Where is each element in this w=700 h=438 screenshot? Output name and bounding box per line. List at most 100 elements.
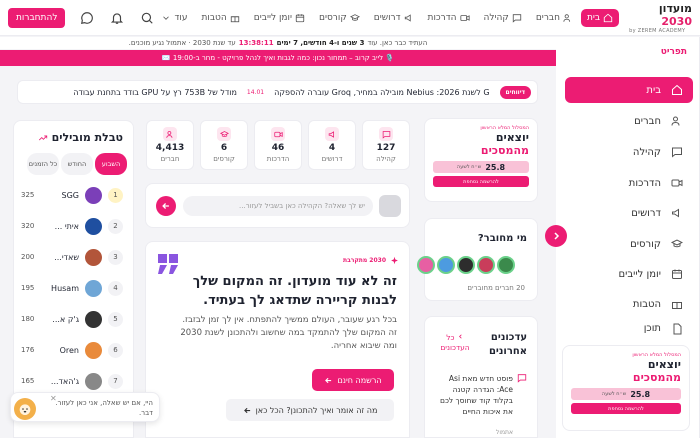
rank-badge: 5: [108, 311, 123, 327]
leaderboard-tabs: השבוע החודש כל הזמנים: [27, 153, 127, 175]
leaderboard-row[interactable]: 1 SGG 325: [12, 183, 133, 207]
leaderboard-row[interactable]: 7 ג'האד... 165: [12, 369, 133, 393]
sidebar-item-home[interactable]: בית: [565, 77, 693, 103]
nav-item-benefits[interactable]: הטבות: [195, 9, 245, 27]
news-strip: דיווחים G לשנת 2026: Nebius מובילה במחיר…: [17, 80, 538, 104]
news-item[interactable]: מודל של 753B רץ על GPU בודד בתחנת עבודה: [73, 88, 237, 97]
member-name: SGG: [61, 190, 79, 200]
countdown-suffix: עד שנת 2030 · אתמול נגיע מוכנים.: [128, 39, 236, 47]
sidebar-item-community[interactable]: קהילה: [565, 139, 693, 165]
avatar[interactable]: [437, 256, 455, 274]
avatar[interactable]: [417, 256, 435, 274]
leaderboard-row[interactable]: 5 ג'ק א... 180: [12, 307, 133, 331]
sidebar-item-content[interactable]: תוכן: [565, 323, 693, 337]
news-item[interactable]: G לשנת 2026: Nebius מובילה במחיר, Groq ע…: [274, 88, 489, 97]
avatar[interactable]: [497, 256, 515, 274]
leaderboard-title-text: טבלת מובילים: [51, 131, 123, 144]
leaderboard-row[interactable]: 6 Oren 176: [12, 338, 133, 362]
tab-all-time[interactable]: כל הזמנים: [27, 153, 59, 175]
chevron-left-icon: [458, 334, 462, 339]
nav-item-live-calendar[interactable]: יומן לייבים: [248, 9, 311, 27]
sidebar-toggle-button[interactable]: [545, 225, 567, 247]
leaderboard-row[interactable]: 2 איתי ... 320: [12, 214, 133, 238]
promo-price-note: ש״ח לשעה: [456, 164, 482, 170]
all-updates-link[interactable]: כל העדכונים: [433, 333, 477, 353]
stat-community[interactable]: 127 קהילה: [362, 120, 410, 170]
avatar: [85, 248, 102, 266]
stat-courses[interactable]: 6 קורסים: [200, 120, 248, 170]
avatar[interactable]: [457, 256, 475, 274]
promo-cta-button[interactable]: להרשמה נסחפת: [571, 403, 681, 414]
sidebar-item-label: תוכן: [643, 323, 661, 334]
countdown-clock: 13:38:11: [238, 39, 274, 47]
avatar: [85, 279, 102, 297]
messages-button[interactable]: [79, 10, 95, 26]
sidebar-item-members[interactable]: חברים: [565, 108, 693, 134]
users-icon: [163, 127, 177, 141]
search-button[interactable]: [139, 10, 155, 26]
member-name: ג'ק א...: [52, 314, 79, 324]
stat-members[interactable]: 4,413 חברים: [146, 120, 194, 170]
rank-badge: 7: [108, 373, 123, 389]
hero-title: זה לא עוד מועדון. זה המקום שלך לבנות קרי…: [192, 274, 397, 308]
nav-item-home[interactable]: בית: [580, 8, 620, 27]
hero-secondary-label: מה זה אומר ואיך להתכונן? הכל כאן: [255, 405, 378, 415]
post-input[interactable]: יש לך שאלה? הקהילה כאן בשביל לעזור...: [183, 196, 373, 216]
countdown-prefix: העתיד כבר כאן. עוד: [367, 39, 428, 47]
leaderboard-row[interactable]: 4 Husam 195: [12, 276, 133, 300]
signup-free-button[interactable]: הרשמה חינם: [312, 369, 394, 391]
avatar: [85, 310, 102, 328]
tab-week[interactable]: השבוע: [95, 153, 127, 175]
promo-price: 25.8 ש״ח לשעה: [571, 388, 681, 400]
learn-more-button[interactable]: מה זה אומר ואיך להתכונן? הכל כאן: [226, 399, 394, 421]
video-icon: [671, 179, 683, 187]
logo[interactable]: מועדון 2030 by ZEREM ACADEMY: [629, 2, 692, 34]
video-icon: [459, 14, 470, 21]
close-icon[interactable]: ✕: [50, 394, 57, 403]
login-button[interactable]: להתחברות: [8, 7, 66, 28]
hero-tag-text: 2030 מתקרבת: [342, 257, 386, 264]
chat-assistant-avatar[interactable]: [14, 398, 36, 420]
chat-square-icon: [672, 147, 682, 158]
arrow-left-icon: [162, 203, 169, 209]
promo-price-note: ש״ח לשעה: [601, 391, 627, 397]
send-button[interactable]: [156, 196, 176, 216]
online-members-card: מי מחובר? 20 חברים מחוברים: [417, 218, 538, 301]
member-points: 325: [21, 191, 35, 199]
nav-item-more[interactable]: עוד: [155, 9, 193, 27]
nav-item-courses[interactable]: קורסים: [313, 9, 366, 27]
member-points: 320: [21, 222, 35, 230]
promo-title: יוצאים: [495, 131, 529, 144]
hero-card: 2030 מתקרבת זה לא עוד מועדון. זה המקום ש…: [145, 241, 410, 438]
nav-item-tutorials[interactable]: הדרכות: [422, 9, 476, 27]
leaderboard-row[interactable]: 3 שאדי... 200: [12, 245, 133, 269]
announcement-ticker[interactable]: 🎙️ לייב קרוב – תמחור נכון: כמה לגבות ואי…: [0, 50, 556, 66]
tab-month[interactable]: החודש: [61, 153, 93, 175]
sidebar-item-label: הטבות: [632, 298, 661, 310]
stat-tutorials[interactable]: 46 הדרכות: [254, 120, 302, 170]
notifications-button[interactable]: [109, 10, 125, 26]
nav-item-members[interactable]: חברים: [530, 9, 579, 27]
hero-cta-label: הרשמה חינם: [337, 375, 382, 385]
sidebar-item-benefits[interactable]: הטבות: [565, 291, 693, 317]
nav-item-community[interactable]: קהילה: [478, 9, 528, 27]
avatar: [85, 217, 102, 235]
promo-cta-button[interactable]: להרשמה נסחפת: [433, 176, 529, 187]
sidebar-item-live-calendar[interactable]: יומן לייבים: [565, 261, 693, 287]
promo-price-value: 25.8: [630, 389, 651, 399]
sidebar-item-tutorials[interactable]: הדרכות: [565, 170, 693, 196]
sidebar-item-courses[interactable]: קורסים: [565, 231, 693, 257]
top-navigation: מועדון 2030 by ZEREM ACADEMY בית חברים ק…: [0, 0, 700, 36]
nav-item-label: הדרכות: [427, 12, 457, 23]
graduation-cap-icon: [349, 13, 360, 21]
chat-square-icon: [517, 374, 527, 383]
nav-item-jobs[interactable]: דרושים: [368, 9, 420, 27]
sidebar-item-label: בית: [646, 84, 661, 96]
online-avatars: [417, 256, 515, 274]
nav-item-label: קורסים: [318, 12, 347, 23]
sidebar: תפריט בית חברים קהילה הדרכות דרושים קורס…: [556, 37, 700, 438]
update-item[interactable]: פוסט חדש מאת Asi Ace: הגדרה קטנה בקלוד ק…: [431, 373, 527, 417]
stat-jobs[interactable]: 4 דרושים: [308, 120, 356, 170]
sidebar-item-jobs[interactable]: דרושים: [565, 200, 693, 226]
avatar[interactable]: [477, 256, 495, 274]
